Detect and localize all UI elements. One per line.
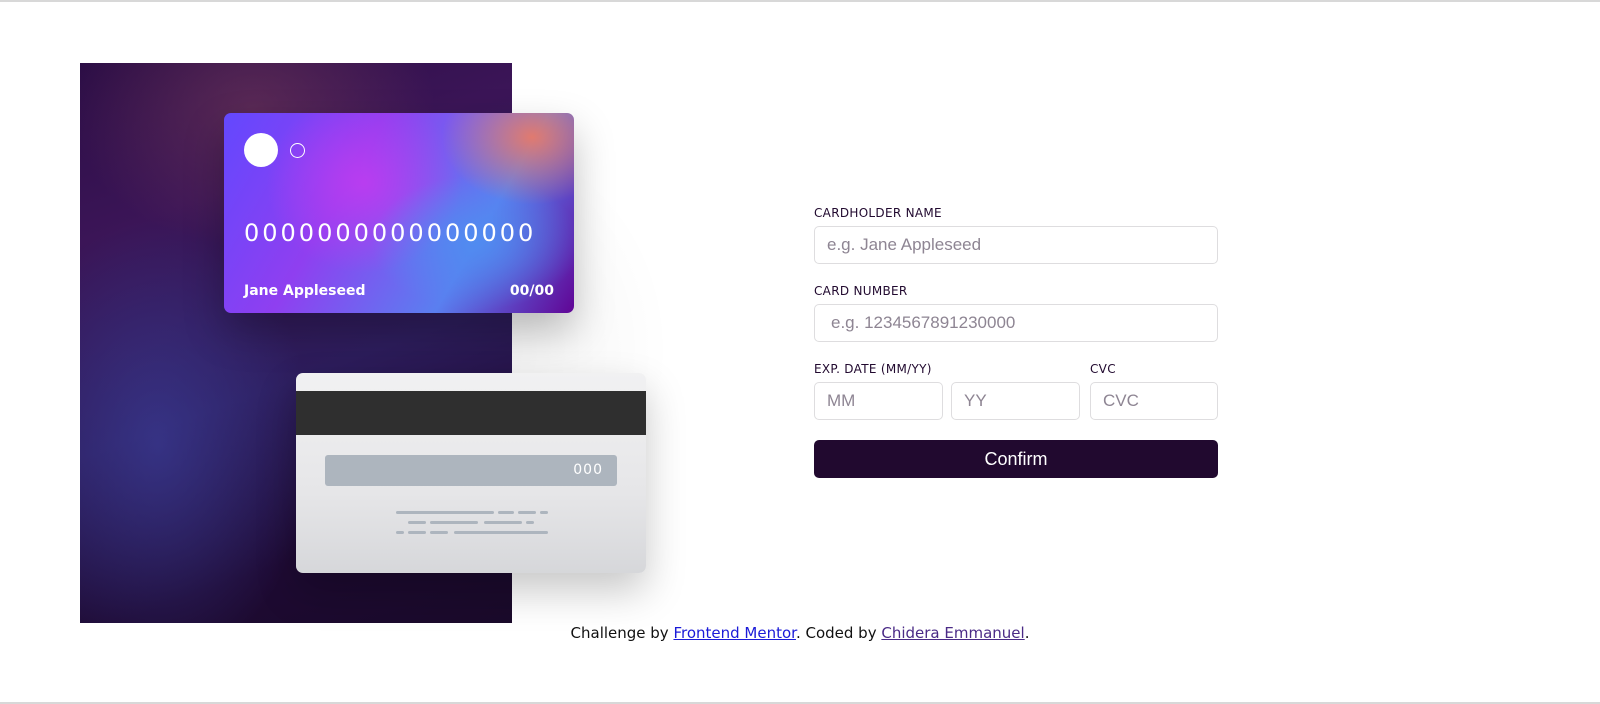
cardholder-name-display: Jane Appleseed <box>244 283 366 299</box>
cardholder-name-label: CARDHOLDER NAME <box>814 206 942 220</box>
magnetic-stripe <box>296 391 646 435</box>
fine-print-line <box>526 521 534 524</box>
card-front-preview: 0000000000000000 Jane Appleseed 00/00 <box>224 113 574 313</box>
card-number-group: CARD NUMBER <box>814 284 1218 342</box>
expiry-date-group: EXP. DATE (MM/YY) <box>814 362 1080 420</box>
fine-print-line <box>396 531 404 534</box>
cardholder-name-input[interactable] <box>814 226 1218 264</box>
fine-print-line <box>408 521 426 524</box>
author-link[interactable]: Chidera Emmanuel <box>881 624 1024 642</box>
expiry-inputs <box>814 382 1080 420</box>
cvc-label: CVC <box>1090 362 1116 376</box>
cardholder-name-group: CARDHOLDER NAME <box>814 206 1218 264</box>
fine-print-line <box>430 521 478 524</box>
fine-print-line <box>498 511 514 514</box>
expiry-month-input[interactable] <box>814 382 943 420</box>
card-logo-circle-filled <box>244 133 278 167</box>
expiry-date-label: EXP. DATE (MM/YY) <box>814 362 932 376</box>
top-divider <box>0 0 1600 2</box>
attribution: Challenge by Frontend Mentor. Coded by C… <box>0 624 1600 642</box>
cvc-strip: 000 <box>325 455 617 486</box>
card-fine-print <box>396 511 548 535</box>
card-number-input[interactable] <box>814 304 1218 342</box>
fine-print-line <box>430 531 448 534</box>
expiry-year-input[interactable] <box>951 382 1080 420</box>
fine-print-line <box>454 531 548 534</box>
cvc-group: CVC <box>1090 362 1218 420</box>
fine-print-line <box>408 531 426 534</box>
card-number-display: 0000000000000000 <box>244 219 537 247</box>
attribution-prefix: Challenge by <box>570 624 674 642</box>
attribution-suffix: . <box>1024 624 1030 642</box>
fine-print-line <box>540 511 548 514</box>
card-logo-circle-outline <box>290 143 305 158</box>
attribution-middle: . Coded by <box>795 624 882 642</box>
card-cvc-display: 000 <box>573 462 603 478</box>
page: 000 0000000000000000 Jane Appleseed 00/0… <box>0 0 1600 704</box>
fine-print-line <box>396 511 494 514</box>
frontend-mentor-link[interactable]: Frontend Mentor <box>673 624 796 642</box>
card-number-label: CARD NUMBER <box>814 284 908 298</box>
card-expiry-display: 00/00 <box>509 283 554 299</box>
fine-print-line <box>484 521 522 524</box>
cvc-input[interactable] <box>1090 382 1218 420</box>
card-details-form: CARDHOLDER NAME CARD NUMBER EXP. DATE (M… <box>814 206 1218 478</box>
card-back-preview: 000 <box>296 373 646 573</box>
expiry-cvc-group: EXP. DATE (MM/YY) CVC <box>814 362 1218 420</box>
fine-print-line <box>518 511 536 514</box>
confirm-button[interactable]: Confirm <box>814 440 1218 478</box>
